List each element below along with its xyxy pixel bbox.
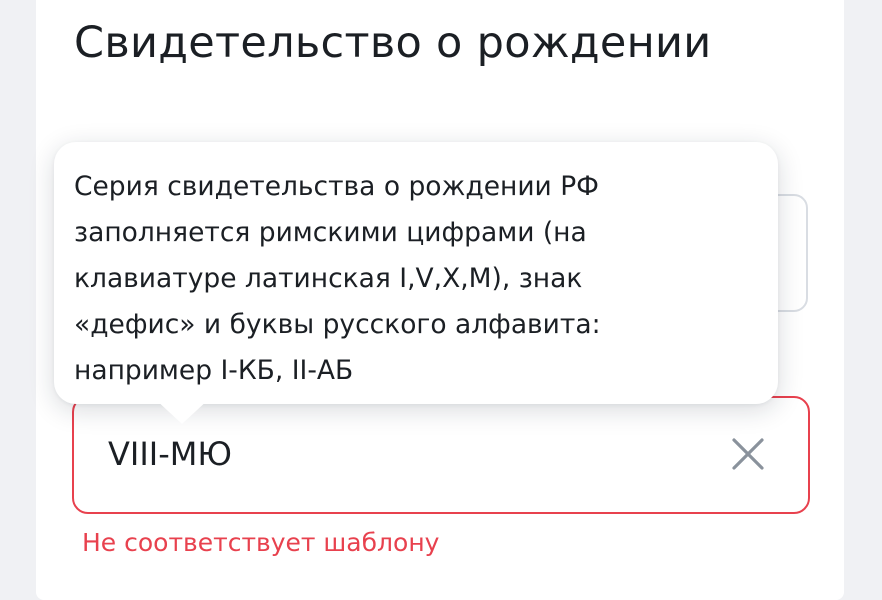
tooltip-line: например I-КБ, II-АБ: [74, 355, 354, 386]
tooltip-text: Серия свидетельства о рождении РФ заполн…: [74, 164, 758, 394]
tooltip-arrow: [154, 398, 210, 424]
tooltip-line: «дефис» и буквы русского алфавита:: [74, 309, 601, 340]
error-message: Не соответствует шаблону: [82, 528, 440, 557]
series-input[interactable]: [108, 428, 708, 480]
clear-button[interactable]: [728, 434, 768, 474]
tooltip-line: Серия свидетельства о рождении РФ: [74, 171, 599, 202]
tooltip-line: клавиатуре латинская I,V,X,M), знак: [74, 263, 583, 294]
hint-tooltip: Серия свидетельства о рождении РФ заполн…: [54, 142, 778, 424]
page-title: Свидетельство о рождении: [74, 18, 712, 68]
tooltip-line: заполняется римскими цифрами (на: [74, 217, 587, 248]
close-icon: [732, 438, 764, 470]
